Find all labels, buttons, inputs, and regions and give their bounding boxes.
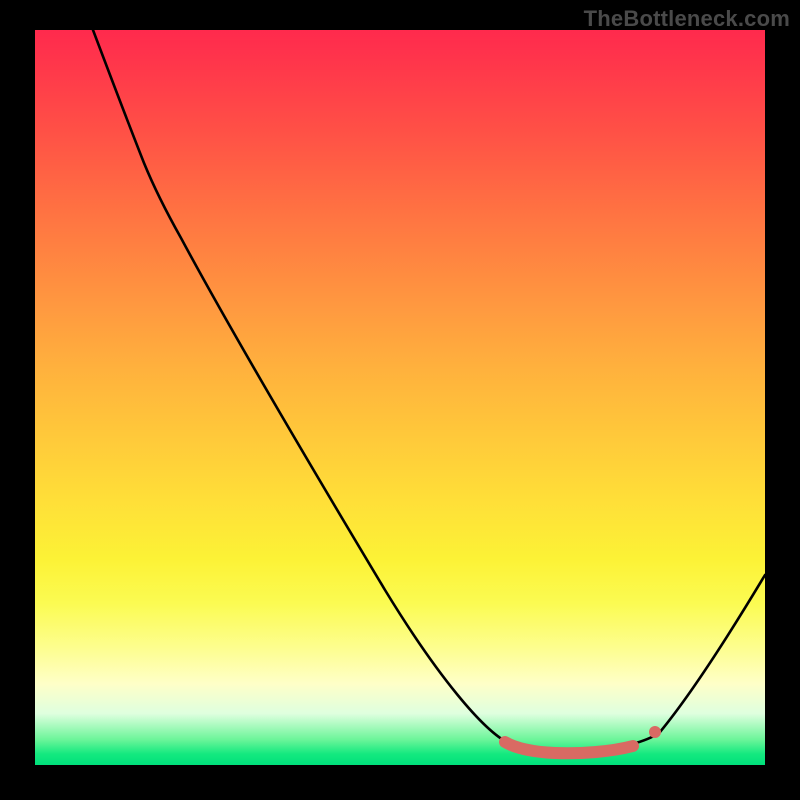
chart-curve-line xyxy=(93,30,765,752)
chart-svg xyxy=(35,30,765,765)
chart-highlight-segment xyxy=(505,742,633,753)
chart-highlight-dot xyxy=(649,726,661,738)
watermark-text: TheBottleneck.com xyxy=(584,6,790,32)
chart-plot-area xyxy=(35,30,765,765)
